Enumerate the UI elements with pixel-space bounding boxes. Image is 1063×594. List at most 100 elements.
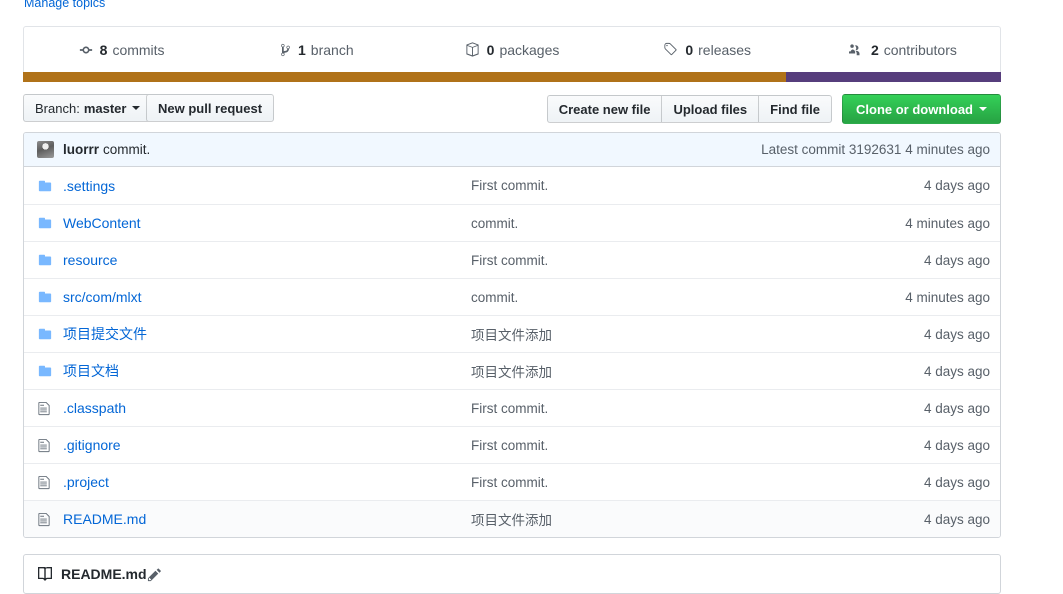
file-list: .settings First commit. 4 days ago WebConte… [24, 167, 1000, 537]
table-row: 项目文档 项目文件添加 4 days ago [24, 352, 1000, 389]
new-pull-request-button[interactable]: New pull request [146, 94, 275, 122]
stat-branches[interactable]: 1 branch [219, 27, 414, 72]
commit-message-cell[interactable]: 项目文件添加 [471, 361, 870, 381]
commit-author-link[interactable]: luorrr [63, 142, 99, 157]
commit-message-cell[interactable]: 项目文件添加 [471, 509, 870, 529]
stat-releases-label: releases [698, 41, 752, 58]
readme-header: README.md [24, 555, 1000, 593]
chevron-down-icon [132, 106, 141, 110]
chevron-down-icon [979, 107, 987, 111]
repository-stats-bar: 8 commits 1 branch 0 packages 0 releases… [23, 26, 1001, 72]
file-name-cell: resource [63, 252, 471, 268]
stat-branches-count: 1 [298, 41, 306, 58]
stat-branches-label: branch [310, 41, 354, 58]
file-name-link[interactable]: src/com/mlxt [63, 289, 142, 305]
latest-commit-bar: luorrr commit. Latest commit 3192631 4 m… [24, 133, 1000, 167]
table-row: WebContent commit. 4 minutes ago [24, 204, 1000, 241]
latest-commit-age: 4 minutes ago [905, 142, 990, 157]
file-icon [37, 438, 63, 453]
latest-commit-meta: Latest commit 3192631 4 minutes ago [761, 142, 990, 157]
file-name-cell: 项目文档 [63, 361, 471, 381]
latest-commit-prefix: Latest commit [761, 142, 846, 157]
table-row: .gitignore First commit. 4 days ago [24, 426, 1000, 463]
file-icon [37, 401, 63, 416]
commit-age-cell: 4 days ago [923, 363, 990, 379]
commit-message-cell[interactable]: commit. [471, 216, 870, 231]
book-icon [37, 566, 61, 582]
folder-icon [37, 179, 63, 193]
table-row: .classpath First commit. 4 days ago [24, 389, 1000, 426]
upload-files-button[interactable]: Upload files [661, 95, 760, 123]
stat-packages[interactable]: 0 packages [414, 27, 609, 72]
commit-message-cell[interactable]: First commit. [471, 401, 870, 416]
git-commit-icon [79, 43, 93, 57]
file-name-link[interactable]: WebContent [63, 215, 141, 231]
commit-age-cell: 4 days ago [923, 474, 990, 490]
repository-actions: Create new file Upload files Find file C… [546, 94, 1001, 124]
commit-message-cell[interactable]: First commit. [471, 178, 870, 193]
file-icon [37, 475, 63, 490]
file-name-cell: .classpath [63, 400, 471, 416]
commit-age-cell: 4 days ago [923, 252, 990, 268]
file-name-link[interactable]: 项目文档 [63, 363, 119, 379]
file-name-link[interactable]: resource [63, 252, 117, 268]
folder-icon [37, 290, 63, 304]
commit-message-cell[interactable]: First commit. [471, 475, 870, 490]
avatar [37, 141, 54, 158]
commit-age-cell: 4 days ago [923, 178, 990, 193]
commit-message-cell[interactable]: 项目文件添加 [471, 324, 870, 344]
stat-packages-count: 0 [486, 41, 495, 58]
find-file-button[interactable]: Find file [758, 95, 832, 123]
file-name-link[interactable]: .gitignore [63, 437, 121, 453]
table-row: 项目提交文件 项目文件添加 4 days ago [24, 315, 1000, 352]
branch-selector-button[interactable]: Branch: master [23, 94, 153, 122]
stat-packages-label: packages [499, 41, 560, 58]
stat-commits-count: 8 [99, 41, 108, 58]
commit-age-cell: 4 minutes ago [905, 215, 990, 231]
clone-or-download-button[interactable]: Clone or download [842, 94, 1001, 124]
file-name-cell: WebContent [63, 215, 471, 231]
pencil-icon[interactable] [147, 567, 162, 582]
commit-message-cell[interactable]: First commit. [471, 438, 870, 453]
commit-age-cell: 4 days ago [923, 400, 990, 416]
readme-panel: README.md [23, 554, 1001, 594]
commit-message-cell[interactable]: commit. [471, 290, 870, 305]
folder-icon [37, 216, 63, 230]
language-segment-secondary[interactable] [785, 72, 1001, 82]
language-bar [23, 72, 1001, 82]
language-segment-primary[interactable] [23, 72, 786, 82]
table-row: .settings First commit. 4 days ago [24, 167, 1000, 204]
commit-age-cell: 4 minutes ago [905, 289, 990, 305]
tag-icon [663, 42, 678, 57]
commit-message-cell[interactable]: First commit. [471, 253, 870, 268]
stat-releases[interactable]: 0 releases [610, 27, 805, 72]
stat-contributors[interactable]: 2 contributors [805, 27, 1000, 72]
latest-commit-sha[interactable]: 3192631 [849, 142, 902, 157]
folder-icon [37, 327, 63, 341]
table-row: resource First commit. 4 days ago [24, 241, 1000, 278]
file-name-link[interactable]: 项目提交文件 [63, 326, 147, 342]
manage-topics-link[interactable]: Manage topics [24, 0, 105, 10]
clone-or-download-label: Clone or download [856, 101, 973, 117]
file-name-link[interactable]: .project [63, 474, 109, 490]
file-actions-group: Create new file Upload files Find file [546, 95, 832, 123]
folder-icon [37, 253, 63, 267]
table-row: .project First commit. 4 days ago [24, 463, 1000, 500]
file-name-link[interactable]: .classpath [63, 400, 126, 416]
commit-message-link[interactable]: commit. [103, 142, 150, 157]
stat-releases-count: 0 [685, 41, 694, 58]
file-name-link[interactable]: README.md [63, 511, 146, 527]
file-browser: luorrr commit. Latest commit 3192631 4 m… [23, 132, 1001, 538]
table-row: src/com/mlxt commit. 4 minutes ago [24, 278, 1000, 315]
create-new-file-button[interactable]: Create new file [546, 95, 663, 123]
branch-name-label: master [83, 100, 127, 116]
stat-commits[interactable]: 8 commits [24, 27, 219, 72]
people-icon [848, 43, 864, 57]
file-name-cell: .settings [63, 178, 471, 194]
commit-age-cell: 4 days ago [923, 437, 990, 453]
file-name-link[interactable]: .settings [63, 178, 115, 194]
repository-page: Manage topics 8 commits 1 branch 0 packa… [0, 0, 1063, 594]
file-icon [37, 512, 63, 527]
file-name-cell: .project [63, 474, 471, 490]
table-row: README.md 项目文件添加 4 days ago [24, 500, 1000, 537]
